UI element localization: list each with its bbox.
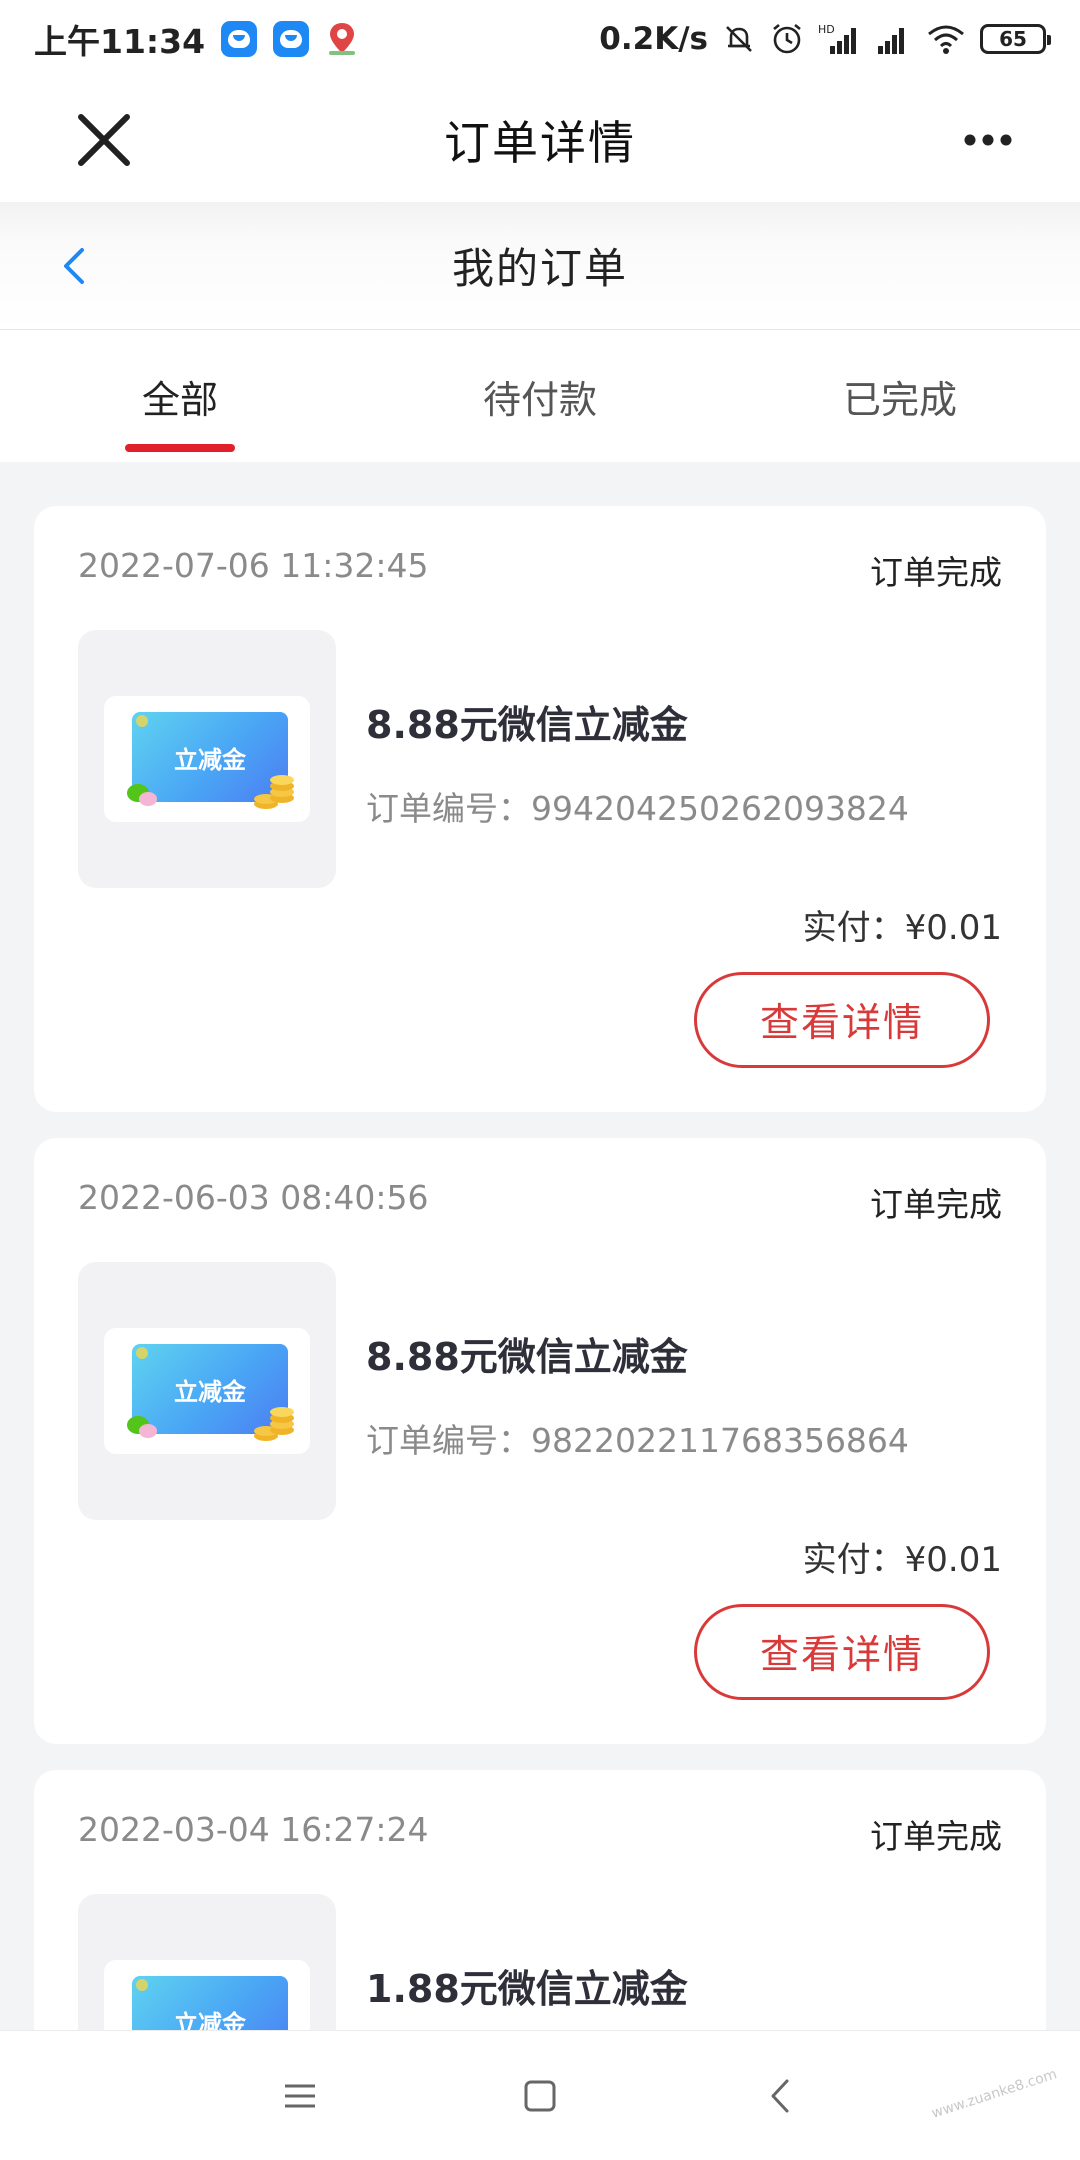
order-tabs: 全部 待付款 已完成 — [0, 330, 1080, 462]
chevron-left-icon — [64, 248, 84, 284]
battery-icon: 65 — [980, 24, 1051, 54]
coins-icon — [254, 1407, 294, 1441]
order-time: 2022-06-03 08:40:56 — [78, 1178, 429, 1217]
app-badge-icon — [273, 21, 310, 57]
more-button[interactable] — [956, 114, 1020, 166]
home-button[interactable] — [500, 2056, 580, 2136]
menu-button[interactable] — [260, 2056, 340, 2136]
svg-text:HD: HD — [818, 23, 835, 36]
order-status: 订单完成 — [870, 1817, 1002, 1856]
system-nav-bar — [0, 2030, 1080, 2160]
tab-pending-payment[interactable]: 待付款 — [360, 330, 720, 462]
wechat-icon — [127, 784, 157, 806]
coins-icon — [254, 775, 294, 809]
order-time: 2022-03-04 16:27:24 — [78, 1810, 429, 1849]
order-card: 2022-06-03 08:40:56 订单完成 立减金 8.88元微信立减金 … — [34, 1138, 1046, 1744]
signal-icon — [878, 28, 904, 54]
system-back-button[interactable] — [740, 2056, 820, 2136]
product-name: 1.88元微信立减金 — [366, 1967, 688, 2011]
sub-header-title: 我的订单 — [451, 244, 628, 293]
close-icon — [78, 114, 130, 166]
status-left: 上午11:34 — [34, 15, 359, 63]
product-name: 8.88元微信立减金 — [366, 703, 688, 747]
tab-active-indicator — [125, 444, 235, 452]
more-dots-icon — [964, 134, 1012, 146]
map-pin-icon — [329, 23, 356, 55]
tab-label: 待付款 — [482, 377, 597, 422]
alarm-icon — [773, 23, 801, 54]
sub-header: 我的订单 — [0, 202, 1080, 330]
app-badge-icon — [221, 21, 258, 57]
order-time: 2022-07-06 11:32:45 — [78, 546, 429, 585]
view-details-button[interactable]: 查看详情 — [694, 1604, 990, 1700]
title-bar: 订单详情 — [0, 78, 1080, 202]
order-card: 2022-03-04 16:27:24 订单完成 立减金 1.88元微信立减金 — [34, 1770, 1046, 2070]
order-list: 2022-07-06 11:32:45 订单完成 立减金 8.88元微信立减金 … — [34, 506, 1046, 2096]
signal-hd-icon: HD — [818, 23, 856, 54]
status-time: 上午11:34 — [34, 22, 206, 61]
tab-label: 全部 — [141, 377, 218, 422]
paid-amount: 实付：¥0.01 — [802, 908, 1002, 948]
wechat-icon — [127, 1416, 157, 1438]
order-status: 订单完成 — [870, 1185, 1002, 1224]
close-button[interactable] — [72, 108, 136, 172]
status-bar: 上午11:34 0.2K/s HD 65 — [0, 0, 1080, 78]
order-number: 订单编号：982202211768356864 — [366, 1421, 909, 1460]
network-speed: 0.2K/s — [599, 21, 708, 57]
view-details-button[interactable]: 查看详情 — [694, 972, 990, 1068]
tab-label: 已完成 — [842, 377, 957, 422]
paid-amount: 实付：¥0.01 — [802, 1540, 1002, 1580]
coupon-label: 立减金 — [174, 1377, 246, 1406]
product-name: 8.88元微信立减金 — [366, 1335, 688, 1379]
tab-all[interactable]: 全部 — [0, 330, 360, 462]
tab-completed[interactable]: 已完成 — [720, 330, 1080, 462]
product-thumbnail: 立减金 — [78, 1262, 336, 1520]
back-button[interactable] — [46, 238, 102, 294]
page-title: 订单详情 — [444, 116, 636, 170]
bell-off-icon — [726, 26, 752, 52]
coupon-label: 立减金 — [174, 745, 246, 774]
product-thumbnail: 立减金 — [78, 630, 336, 888]
order-status: 订单完成 — [870, 553, 1002, 592]
home-square-icon — [524, 2080, 556, 2111]
status-right: 0.2K/s HD 65 — [599, 21, 1051, 57]
order-card: 2022-07-06 11:32:45 订单完成 立减金 8.88元微信立减金 … — [34, 506, 1046, 1112]
menu-icon — [285, 2084, 315, 2107]
back-chevron-icon — [771, 2079, 789, 2112]
wifi-icon — [928, 25, 964, 54]
order-number: 订单编号：994204250262093824 — [366, 789, 909, 828]
